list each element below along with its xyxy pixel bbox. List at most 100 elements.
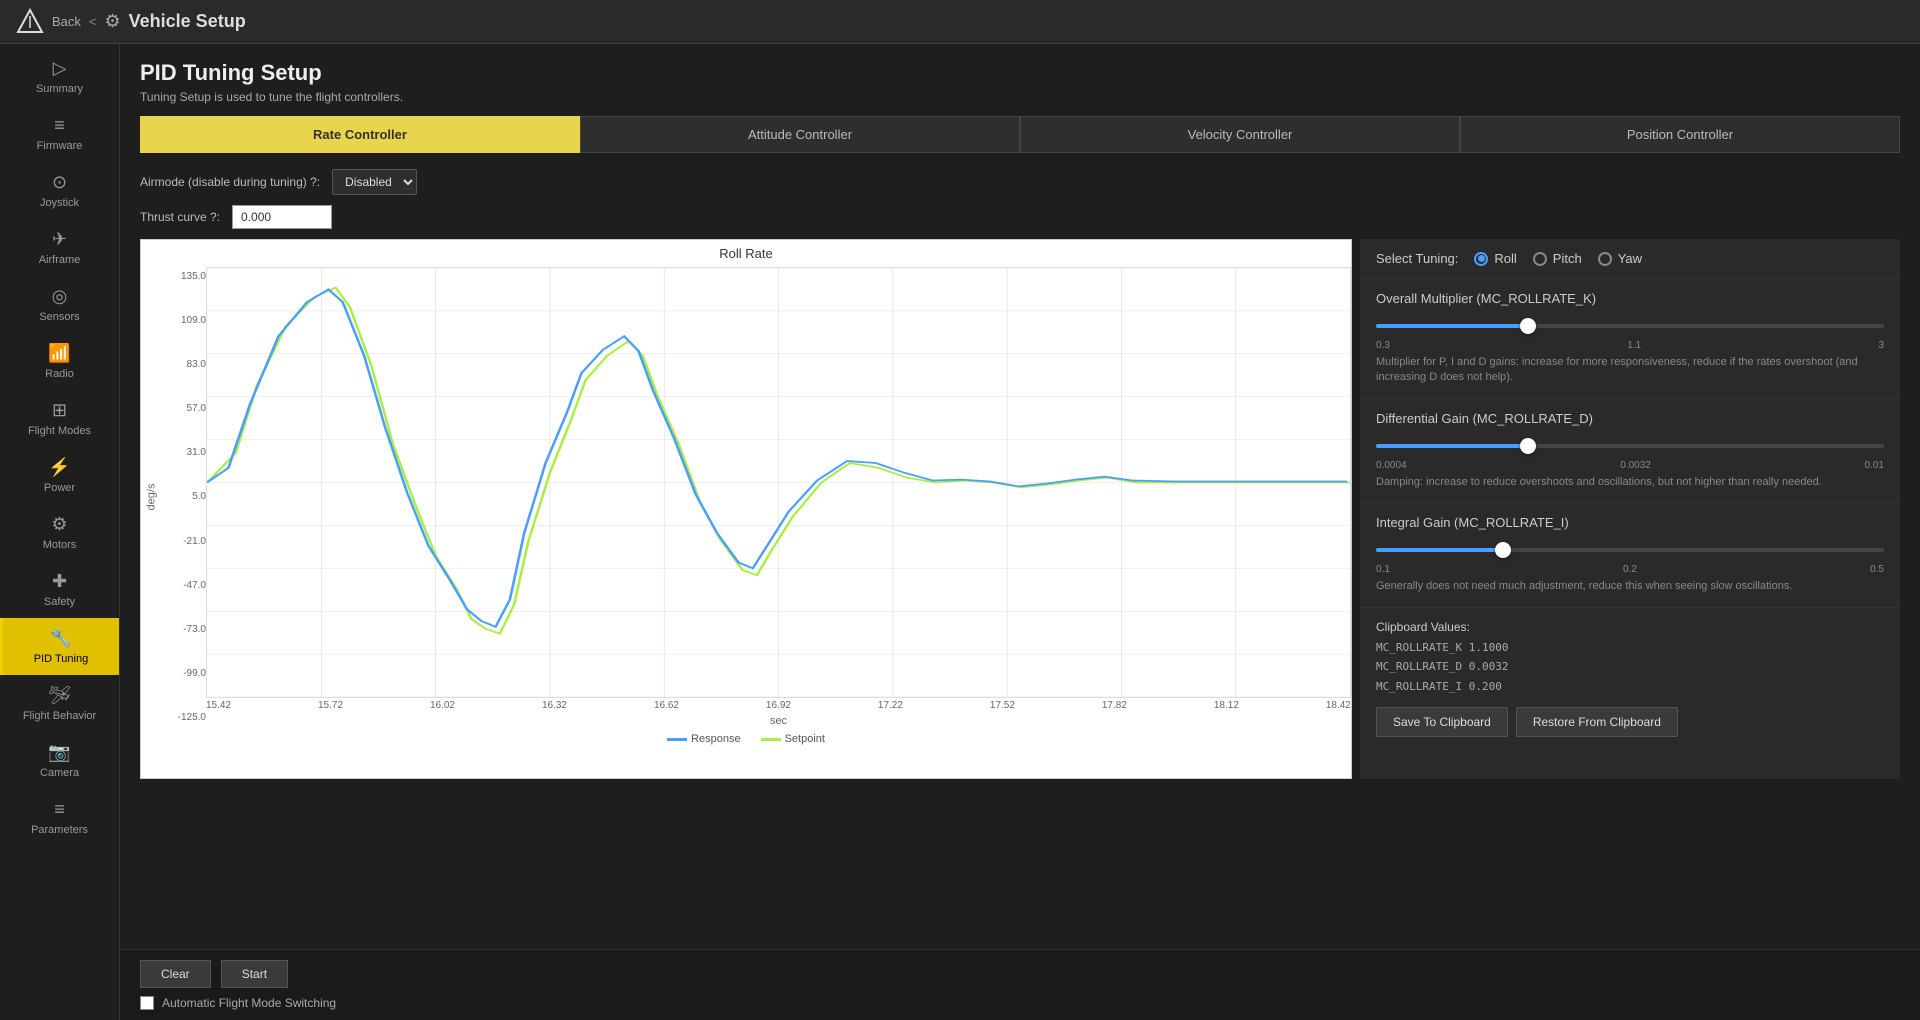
sidebar-item-label: Summary xyxy=(36,83,83,95)
restore-from-clipboard-button[interactable]: Restore From Clipboard xyxy=(1516,707,1678,737)
legend-response-label: Response xyxy=(691,733,741,745)
bottom-buttons: Clear Start xyxy=(140,960,1900,988)
tab-rate-controller[interactable]: Rate Controller xyxy=(140,116,580,153)
sidebar-item-joystick[interactable]: ⊙ Joystick xyxy=(0,162,119,219)
page-subtitle: Tuning Setup is used to tune the flight … xyxy=(140,90,1900,104)
select-tuning-label: Select Tuning: xyxy=(1376,251,1458,266)
sidebar-item-label: Flight Behavior xyxy=(23,710,96,722)
y-label-1: 109.0 xyxy=(161,315,206,326)
overall-value: 1.1 xyxy=(1627,340,1641,351)
thrust-curve-input[interactable] xyxy=(232,205,332,229)
sidebar-item-flight-behavior[interactable]: 🛩 Flight Behavior xyxy=(0,675,119,732)
legend-response: Response xyxy=(667,733,741,745)
radio-pitch-dot xyxy=(1533,252,1547,266)
y-label-4: 31.0 xyxy=(161,447,206,458)
safety-icon: ✚ xyxy=(52,571,67,592)
setpoint-color xyxy=(761,738,781,741)
sidebar-item-radio[interactable]: 📶 Radio xyxy=(0,333,119,390)
radio-pitch-label: Pitch xyxy=(1553,251,1582,266)
sidebar: ▷ Summary ≡ Firmware ⊙ Joystick ✈ Airfra… xyxy=(0,44,120,1020)
power-icon: ⚡ xyxy=(48,457,70,478)
radio-yaw-label: Yaw xyxy=(1618,251,1642,266)
differential-gain-labels: 0.0004 0.0032 0.01 xyxy=(1376,460,1884,471)
x-label-8: 17.82 xyxy=(1102,700,1127,711)
airmode-select[interactable]: Disabled Enabled xyxy=(332,169,417,195)
sidebar-item-camera[interactable]: 📷 Camera xyxy=(0,732,119,789)
radio-pitch[interactable]: Pitch xyxy=(1533,251,1582,266)
flight-modes-icon: ⊞ xyxy=(52,400,67,421)
sidebar-item-label: Firmware xyxy=(37,140,83,152)
sidebar-item-label: Camera xyxy=(40,767,79,779)
overall-multiplier-desc: Multiplier for P, I and D gains: increas… xyxy=(1376,355,1884,386)
sidebar-item-motors[interactable]: ⚙ Motors xyxy=(0,504,119,561)
radio-icon: 📶 xyxy=(48,343,70,364)
y-label-6: -21.0 xyxy=(161,536,206,547)
overall-min: 0.3 xyxy=(1376,340,1390,351)
radio-roll[interactable]: Roll xyxy=(1474,251,1516,266)
y-label-3: 57.0 xyxy=(161,403,206,414)
radio-yaw[interactable]: Yaw xyxy=(1598,251,1642,266)
sidebar-item-flight-modes[interactable]: ⊞ Flight Modes xyxy=(0,390,119,447)
back-button[interactable]: Back xyxy=(52,14,81,29)
integral-gain-title: Integral Gain (MC_ROLLRATE_I) xyxy=(1376,515,1884,530)
integral-max: 0.5 xyxy=(1870,564,1884,575)
sidebar-item-label: Flight Modes xyxy=(28,425,91,437)
integral-gain-desc: Generally does not need much adjustment,… xyxy=(1376,579,1884,594)
pid-section-differential: Differential Gain (MC_ROLLRATE_D) 0.0004… xyxy=(1360,399,1900,503)
app-logo xyxy=(16,8,44,36)
motors-icon: ⚙ xyxy=(51,514,67,535)
thrust-curve-label: Thrust curve ?: xyxy=(140,210,220,224)
app-title: Vehicle Setup xyxy=(129,11,246,32)
overall-multiplier-labels: 0.3 1.1 3 xyxy=(1376,340,1884,351)
slider-fill-2 xyxy=(1376,548,1503,552)
slider-fill-1 xyxy=(1376,444,1528,448)
integral-gain-slider[interactable] xyxy=(1376,540,1884,560)
x-label-5: 16.92 xyxy=(766,700,791,711)
x-label-1: 15.72 xyxy=(318,700,343,711)
sidebar-item-label: Motors xyxy=(43,539,77,551)
overall-multiplier-slider[interactable] xyxy=(1376,316,1884,336)
integral-value: 0.2 xyxy=(1623,564,1637,575)
sidebar-item-safety[interactable]: ✚ Safety xyxy=(0,561,119,618)
app-header: Back < ⚙ Vehicle Setup xyxy=(0,0,1920,44)
sidebar-item-airframe[interactable]: ✈ Airframe xyxy=(0,219,119,276)
sidebar-item-sensors[interactable]: ◎ Sensors xyxy=(0,276,119,333)
x-label-3: 16.32 xyxy=(542,700,567,711)
thrust-curve-control: Thrust curve ?: xyxy=(140,205,1900,229)
sensors-icon: ◎ xyxy=(52,286,68,307)
x-label-6: 17.22 xyxy=(878,700,903,711)
start-button[interactable]: Start xyxy=(221,960,288,988)
y-label-8: -73.0 xyxy=(161,624,206,635)
sidebar-item-label: Safety xyxy=(44,596,75,608)
clipboard-section: Clipboard Values: MC_ROLLRATE_K 1.1000 M… xyxy=(1360,608,1900,749)
tab-position-controller[interactable]: Position Controller xyxy=(1460,116,1900,153)
clipboard-value-1: MC_ROLLRATE_D 0.0032 xyxy=(1376,657,1884,677)
tab-attitude-controller[interactable]: Attitude Controller xyxy=(580,116,1020,153)
flight-behavior-icon: 🛩 xyxy=(48,685,71,706)
auto-switch-label: Automatic Flight Mode Switching xyxy=(162,996,336,1010)
slider-thumb-0[interactable] xyxy=(1520,318,1536,334)
auto-switch-checkbox[interactable] xyxy=(140,996,154,1010)
sidebar-item-power[interactable]: ⚡ Power xyxy=(0,447,119,504)
slider-thumb-1[interactable] xyxy=(1520,438,1536,454)
clear-button[interactable]: Clear xyxy=(140,960,211,988)
y-label-10: -125.0 xyxy=(161,712,206,723)
sidebar-item-label: Power xyxy=(44,482,75,494)
radio-roll-dot xyxy=(1474,252,1488,266)
slider-thumb-2[interactable] xyxy=(1495,542,1511,558)
sidebar-item-pid-tuning[interactable]: 🔧 PID Tuning xyxy=(0,618,119,675)
sidebar-item-parameters[interactable]: ≡ Parameters xyxy=(0,789,119,846)
x-label-0: 15.42 xyxy=(206,700,231,711)
differential-gain-slider[interactable] xyxy=(1376,436,1884,456)
airmode-control: Airmode (disable during tuning) ?: Disab… xyxy=(140,169,1900,195)
save-to-clipboard-button[interactable]: Save To Clipboard xyxy=(1376,707,1508,737)
bottom-bar: Clear Start Automatic Flight Mode Switch… xyxy=(120,949,1920,1020)
sidebar-item-firmware[interactable]: ≡ Firmware xyxy=(0,105,119,162)
clipboard-values: MC_ROLLRATE_K 1.1000 MC_ROLLRATE_D 0.003… xyxy=(1376,638,1884,697)
chart-container: Roll Rate deg/s 135.0 109.0 83.0 57.0 31 xyxy=(140,239,1352,779)
sidebar-item-label: Sensors xyxy=(39,311,79,323)
differential-max: 0.01 xyxy=(1865,460,1884,471)
tab-velocity-controller[interactable]: Velocity Controller xyxy=(1020,116,1460,153)
y-label-7: -47.0 xyxy=(161,580,206,591)
sidebar-item-summary[interactable]: ▷ Summary xyxy=(0,48,119,105)
